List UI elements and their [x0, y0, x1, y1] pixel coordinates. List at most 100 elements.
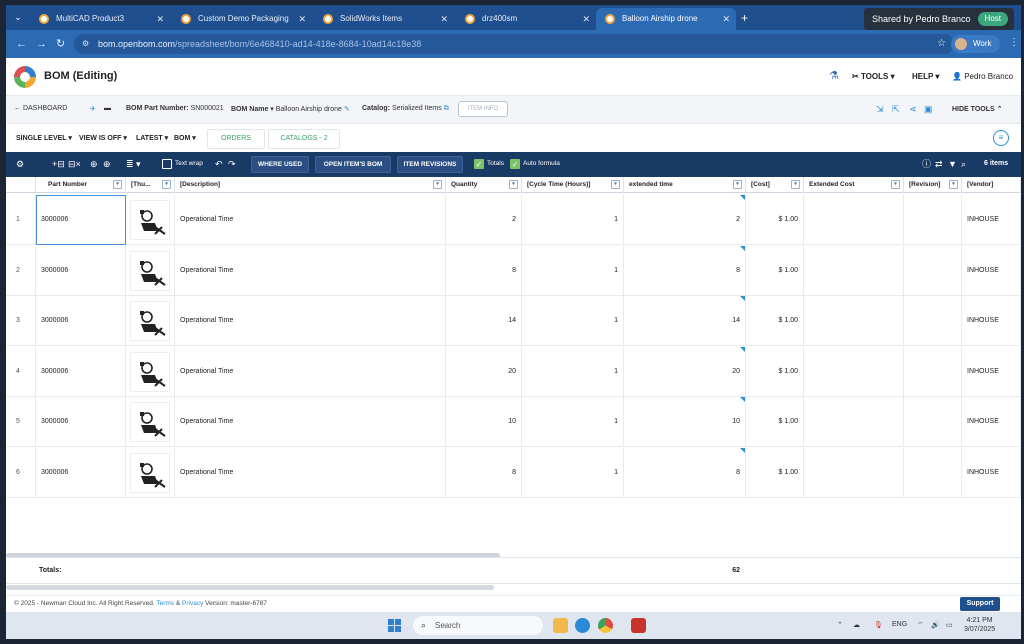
hide-tools-button[interactable]: HIDE TOOLS ⌃: [952, 105, 1002, 113]
bookmark-star-icon[interactable]: ☆: [937, 34, 946, 54]
battery-icon[interactable]: ▭: [946, 621, 953, 629]
tray-chevron-icon[interactable]: ⌃: [837, 621, 843, 629]
thumbnail-cell[interactable]: [126, 296, 175, 346]
filter-icon[interactable]: ▼: [948, 159, 957, 169]
column-menu-icon[interactable]: ▾: [733, 180, 742, 189]
column-menu-icon[interactable]: ▾: [509, 180, 518, 189]
app-icon[interactable]: [631, 618, 646, 633]
table-row[interactable]: 1 3000006 Operational Time 2 1 2 $ 1.00 INHOUSE: [6, 195, 1021, 245]
quantity-cell[interactable]: 14: [446, 296, 522, 346]
single-level-dropdown[interactable]: SINGLE LEVEL ▾: [16, 134, 72, 142]
bom-dropdown[interactable]: BOM ▾: [174, 134, 196, 142]
open-items-bom-button[interactable]: OPEN ITEM'S BOM: [315, 156, 391, 173]
totals-scrollbar[interactable]: [6, 585, 1021, 591]
site-info-icon[interactable]: ⚙: [82, 34, 89, 54]
table-row[interactable]: 6 3000006 Operational Time 8 1 8 $ 1.00 INHOUSE: [6, 447, 1021, 498]
table-row[interactable]: 3 3000006 Operational Time 14 1 14 $ 1.00 INHOU…: [6, 296, 1021, 346]
close-tab-icon[interactable]: ✕: [582, 8, 590, 30]
undo-icon[interactable]: ↶: [215, 159, 223, 169]
item-revisions-button[interactable]: ITEM REVISIONS: [397, 156, 463, 173]
description-cell[interactable]: Operational Time: [175, 346, 446, 397]
quantity-cell[interactable]: 8: [446, 245, 522, 296]
extended-time-cell[interactable]: 20: [624, 346, 746, 397]
revision-cell[interactable]: [904, 346, 962, 397]
revision-cell[interactable]: [904, 397, 962, 447]
quantity-cell[interactable]: 2: [446, 195, 522, 245]
hierarchy-icon[interactable]: ⚙: [16, 159, 24, 169]
swap-icon[interactable]: ⇄: [935, 159, 943, 169]
column-header[interactable]: extended time ▾: [624, 177, 746, 193]
url-input[interactable]: ⚙ bom.openbom.com/spreadsheet/bom/6e4684…: [74, 34, 954, 54]
revision-cell[interactable]: [904, 195, 962, 245]
extended-time-cell[interactable]: 2: [624, 195, 746, 245]
where-used-button[interactable]: WHERE USED: [251, 156, 309, 173]
table-row[interactable]: 2 3000006 Operational Time 8 1 8 $ 1.00 INHOUSE: [6, 245, 1021, 296]
extended-cost-cell[interactable]: [804, 195, 904, 245]
terms-link[interactable]: Terms: [156, 600, 174, 607]
close-tab-icon[interactable]: ✕: [156, 8, 164, 30]
column-header[interactable]: [Vendor]: [962, 177, 1021, 193]
vendor-cell[interactable]: INHOUSE: [962, 397, 1021, 447]
move-up-icon[interactable]: ⊕: [90, 159, 98, 169]
part-number-cell[interactable]: 3000006: [36, 245, 126, 296]
thumbnail-cell[interactable]: [126, 245, 175, 296]
catalog-link[interactable]: Catalog: Serialized Items ⧉: [362, 105, 449, 113]
vendor-cell[interactable]: INHOUSE: [962, 245, 1021, 296]
column-header[interactable]: [Cycle Time (Hours)] ▾: [522, 177, 624, 193]
dashboard-link[interactable]: ← DASHBOARD: [14, 105, 67, 112]
column-header[interactable]: [Description] ▾: [175, 177, 446, 193]
help-menu[interactable]: HELP ▾: [912, 72, 939, 81]
column-menu-icon[interactable]: ▾: [791, 180, 800, 189]
vendor-cell[interactable]: INHOUSE: [962, 296, 1021, 346]
language-indicator[interactable]: ENG: [892, 621, 907, 628]
export-icon[interactable]: ⇱: [892, 104, 900, 114]
cost-cell[interactable]: $ 1.00: [746, 195, 804, 245]
cycle-time-cell[interactable]: 1: [522, 296, 624, 346]
privacy-link[interactable]: Privacy: [182, 600, 203, 607]
cycle-time-cell[interactable]: 1: [522, 397, 624, 447]
new-tab-icon[interactable]: +: [741, 9, 748, 27]
column-menu-icon[interactable]: ▾: [162, 180, 171, 189]
move-down-icon[interactable]: ⊕: [103, 159, 111, 169]
bom-name[interactable]: BOM Name ▾ Balloon Airship drone ✎: [231, 105, 350, 113]
extended-time-cell[interactable]: 14: [624, 296, 746, 346]
redo-icon[interactable]: ↷: [228, 159, 236, 169]
vendor-cell[interactable]: INHOUSE: [962, 195, 1021, 245]
volume-icon[interactable]: 🔊: [931, 621, 940, 629]
user-menu[interactable]: 👤 Pedro Branco: [952, 72, 1013, 81]
taskbar-search-input[interactable]: ⌕ Search: [413, 616, 543, 635]
align-icon[interactable]: ≣ ▾: [126, 159, 141, 169]
cloud-icon[interactable]: ☁: [853, 621, 860, 629]
latest-dropdown[interactable]: LATEST ▾: [136, 134, 168, 142]
delete-row-icon[interactable]: ⊟×: [68, 159, 81, 169]
column-header[interactable]: [Revision] ▾: [904, 177, 962, 193]
description-cell[interactable]: Operational Time: [175, 447, 446, 498]
back-icon[interactable]: ←: [16, 37, 27, 51]
browser-tab[interactable]: drz400sm ✕: [456, 8, 596, 30]
column-menu-icon[interactable]: ▾: [949, 180, 958, 189]
cycle-time-cell[interactable]: 1: [522, 195, 624, 245]
drone-thumbnail-icon[interactable]: [130, 402, 170, 442]
scrollbar-thumb[interactable]: [6, 585, 494, 590]
drone-thumbnail-icon[interactable]: [130, 452, 170, 493]
item-info-button[interactable]: ITEM INFO: [458, 101, 508, 117]
quantity-cell[interactable]: 8: [446, 447, 522, 498]
column-menu-icon[interactable]: ▾: [113, 180, 122, 189]
cost-cell[interactable]: $ 1.00: [746, 447, 804, 498]
extended-time-cell[interactable]: 10: [624, 397, 746, 447]
add-row-icon[interactable]: +⊟: [52, 159, 65, 169]
network-icon[interactable]: ⌔: [917, 621, 924, 630]
file-explorer-icon[interactable]: [553, 618, 568, 633]
description-cell[interactable]: Operational Time: [175, 195, 446, 245]
cost-cell[interactable]: $ 1.00: [746, 397, 804, 447]
cycle-time-cell[interactable]: 1: [522, 447, 624, 498]
table-row[interactable]: 4 3000006 Operational Time 20 1 20 $ 1.00 INHOU…: [6, 346, 1021, 397]
edge-icon[interactable]: [575, 618, 590, 633]
extended-cost-cell[interactable]: [804, 346, 904, 397]
thumbnail-cell[interactable]: [126, 346, 175, 397]
thumbnail-cell[interactable]: [126, 447, 175, 498]
extended-cost-cell[interactable]: [804, 397, 904, 447]
summary-icon[interactable]: ≡: [993, 130, 1009, 146]
cost-cell[interactable]: $ 1.00: [746, 296, 804, 346]
extended-cost-cell[interactable]: [804, 245, 904, 296]
